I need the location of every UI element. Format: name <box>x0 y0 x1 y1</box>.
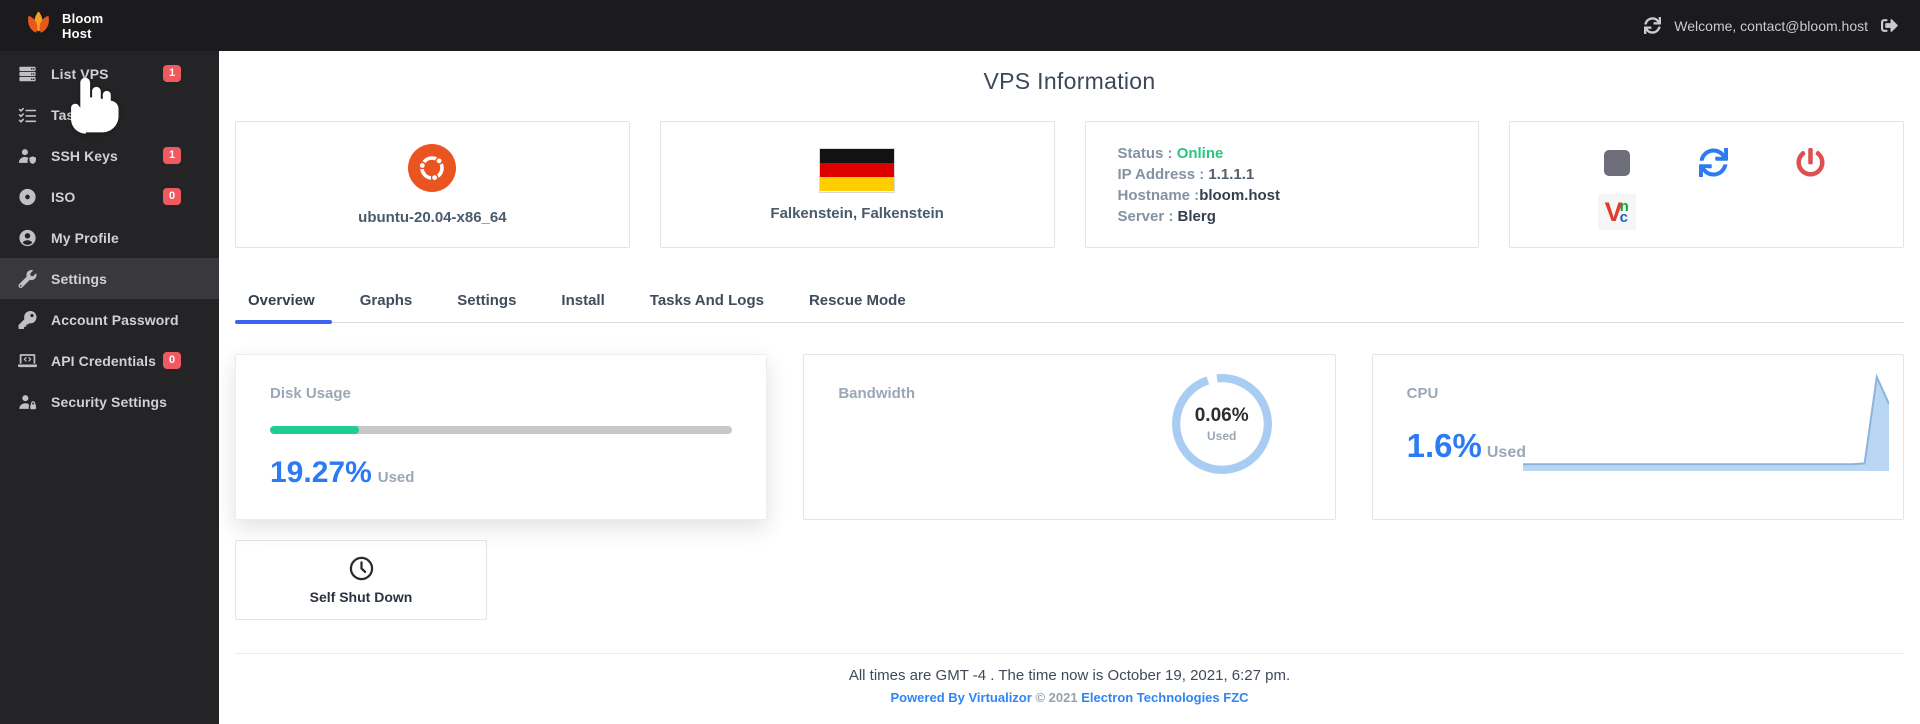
sidebar-item-account-password[interactable]: Account Password <box>0 299 219 340</box>
bandwidth-percent: 0.06% <box>1194 405 1249 426</box>
tab-overview[interactable]: Overview <box>235 292 332 324</box>
user-shield-icon <box>16 146 38 166</box>
disk-progress-track <box>270 426 733 434</box>
sidebar-item-settings[interactable]: Settings <box>0 258 219 299</box>
hostname-value: bloom.host <box>1199 186 1281 204</box>
self-shutdown-label: Self Shut Down <box>309 589 413 605</box>
disk-usage-card: Disk Usage 19.27% Used <box>235 354 768 520</box>
sidebar-item-label: SSH Keys <box>51 147 118 164</box>
footer-credits: Powered By Virtualizor © 2021 Electron T… <box>890 690 1249 705</box>
disk-progress-fill <box>270 426 360 434</box>
ip-value: 1.1.1.1 <box>1208 165 1255 183</box>
key-icon <box>16 310 38 330</box>
power-actions-card: V nc <box>1509 121 1904 248</box>
sidebar-item-ssh-keys[interactable]: SSH Keys 1 <box>0 135 219 176</box>
location-card: Falkenstein, Falkenstein <box>659 121 1055 248</box>
tab-tasks-and-logs[interactable]: Tasks And Logs <box>647 292 767 322</box>
hostname-line: Hostname :bloom.host <box>1117 186 1281 204</box>
wrench-icon <box>16 269 38 289</box>
sidebar-item-iso[interactable]: ISO 0 <box>0 176 219 217</box>
task-list-icon <box>16 105 38 125</box>
status-value: Online <box>1176 144 1224 162</box>
cpu-sparkline-chart <box>1522 373 1889 471</box>
count-badge: 0 <box>163 188 181 205</box>
sidebar-item-label: Security Settings <box>51 393 168 410</box>
disk-usage-percent: 19.27% Used <box>270 456 415 489</box>
sidebar-item-security-settings[interactable]: Security Settings <box>0 381 219 422</box>
vps-info-cards: ubuntu-20.04-x86_64 Falkenstein, Falkens… <box>235 121 1904 248</box>
disk-usage-title: Disk Usage <box>270 385 351 402</box>
germany-flag-icon <box>819 147 896 193</box>
usage-widgets: Disk Usage 19.27% Used Bandwidth 0.06% Us… <box>235 354 1904 520</box>
main-content: VPS Information ubuntu-20.04-x86_64 Falk… <box>219 51 1920 724</box>
server-line: Server : Blerg <box>1117 207 1216 225</box>
sidebar-item-label: List VPS <box>51 65 109 82</box>
tab-rescue-mode[interactable]: Rescue Mode <box>806 292 909 322</box>
logout-icon[interactable] <box>1881 17 1898 34</box>
count-badge: 1 <box>163 65 181 82</box>
tab-bar: Overview Graphs Settings Install Tasks A… <box>235 292 1904 324</box>
os-card: ubuntu-20.04-x86_64 <box>235 121 630 248</box>
user-lock-icon <box>16 392 38 412</box>
laptop-code-icon <box>16 351 38 371</box>
topbar: Bloom Host Welcome, contact@bloom.host <box>0 0 1920 51</box>
sidebar-item-tasks[interactable]: Tasks <box>0 94 219 135</box>
cpu-card: CPU 1.6% Used <box>1371 354 1904 520</box>
ip-line: IP Address : 1.1.1.1 <box>1117 165 1255 183</box>
footer: All times are GMT -4 . The time now is O… <box>235 653 1904 724</box>
sidebar: List VPS 1 Tasks SSH Keys 1 ISO 0 My Pro… <box>0 51 219 724</box>
brand-logo[interactable]: Bloom Host <box>23 8 103 44</box>
disc-icon <box>16 187 38 207</box>
self-shutdown-button[interactable]: Self Shut Down <box>235 540 487 620</box>
brand-text: Bloom Host <box>62 10 104 41</box>
bandwidth-card: Bandwidth 0.06% Used <box>803 354 1336 520</box>
status-card: Status : Online IP Address : 1.1.1.1 Hos… <box>1084 121 1480 248</box>
os-name: ubuntu-20.04-x86_64 <box>358 208 507 226</box>
topbar-right: Welcome, contact@bloom.host <box>1644 17 1898 34</box>
virtualizor-link[interactable]: Powered By Virtualizor <box>890 690 1031 705</box>
welcome-text: Welcome, contact@bloom.host <box>1674 17 1868 34</box>
cpu-percent: 1.6% Used <box>1406 427 1526 464</box>
stop-vps-button[interactable] <box>1603 149 1630 176</box>
bandwidth-used-label: Used <box>1206 429 1237 443</box>
sidebar-item-api-credentials[interactable]: API Credentials 0 <box>0 340 219 381</box>
server-stack-icon <box>16 64 38 84</box>
sidebar-item-label: Account Password <box>51 311 179 328</box>
footer-time-text: All times are GMT -4 . The time now is O… <box>848 667 1291 684</box>
tab-install[interactable]: Install <box>558 292 607 322</box>
ubuntu-logo-icon <box>408 143 457 197</box>
sidebar-item-label: Settings <box>51 270 108 287</box>
sidebar-item-label: My Profile <box>51 229 119 246</box>
page-title: VPS Information <box>983 68 1156 94</box>
location-name: Falkenstein, Falkenstein <box>770 204 944 222</box>
clock-icon <box>349 556 373 581</box>
electron-technologies-link[interactable]: Electron Technologies FZC <box>1081 690 1248 705</box>
bandwidth-donut: 0.06% Used <box>1167 369 1277 479</box>
restart-vps-icon[interactable] <box>1699 148 1729 178</box>
user-circle-icon <box>16 228 38 248</box>
tab-settings[interactable]: Settings <box>454 292 519 322</box>
tab-graphs[interactable]: Graphs <box>357 292 416 322</box>
sidebar-item-label: ISO <box>51 188 76 205</box>
sidebar-item-list-vps[interactable]: List VPS 1 <box>0 53 219 94</box>
status-line: Status : Online <box>1117 144 1224 162</box>
sidebar-item-label: API Credentials <box>51 352 156 369</box>
poweroff-vps-icon[interactable] <box>1796 148 1825 177</box>
count-badge: 1 <box>163 147 181 164</box>
server-value: Blerg <box>1177 207 1216 225</box>
sidebar-item-my-profile[interactable]: My Profile <box>0 217 219 258</box>
refresh-session-icon[interactable] <box>1644 17 1662 34</box>
sidebar-item-label: Tasks <box>51 106 91 123</box>
count-badge: 0 <box>163 352 181 369</box>
bloom-host-logo-icon <box>23 8 54 44</box>
vnc-button[interactable]: V nc <box>1597 194 1636 231</box>
